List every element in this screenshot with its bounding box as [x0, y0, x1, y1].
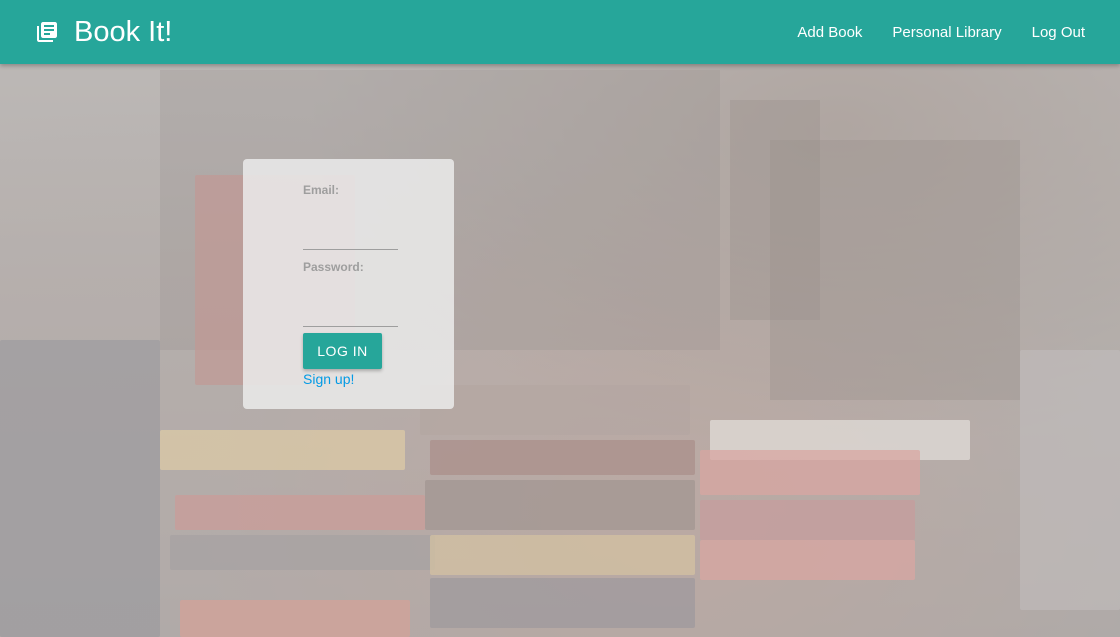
background-overlay — [0, 0, 1120, 637]
email-label: Email: — [303, 183, 340, 197]
password-label: Password: — [303, 260, 364, 274]
login-card: Email: Password: LOG IN Sign up! — [243, 159, 454, 409]
brand-title: Book It! — [74, 15, 173, 48]
email-field[interactable] — [303, 223, 398, 250]
nav-log-out-link[interactable]: Log Out — [1032, 24, 1085, 41]
library-books-icon — [35, 20, 59, 44]
nav-personal-library-link[interactable]: Personal Library — [892, 24, 1001, 41]
brand-logo[interactable]: Book It! — [35, 0, 172, 64]
top-navbar: Book It! Add Book Personal Library Log O… — [0, 0, 1120, 64]
nav-add-book-link[interactable]: Add Book — [797, 24, 862, 41]
nav-links: Add Book Personal Library Log Out — [767, 0, 1085, 64]
password-field[interactable] — [303, 300, 398, 327]
signup-link[interactable]: Sign up! — [303, 371, 354, 387]
login-button[interactable]: LOG IN — [303, 333, 382, 369]
